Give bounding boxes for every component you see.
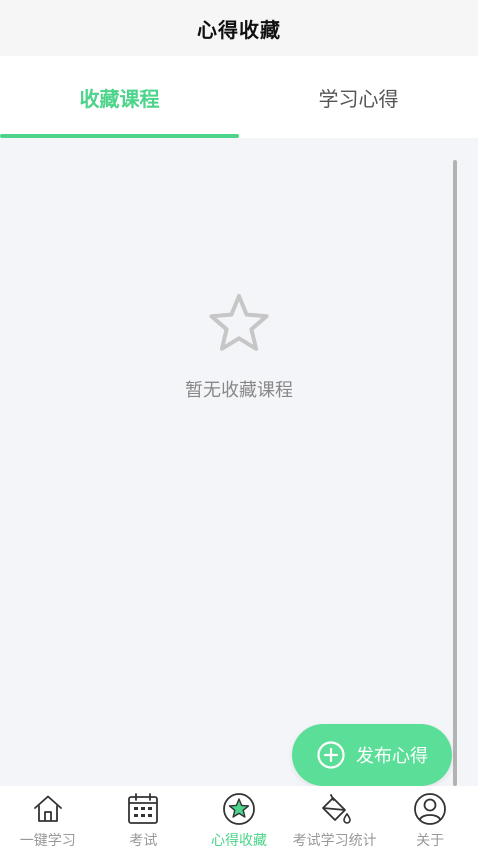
star-outline-icon (209, 294, 269, 351)
plus-circle-icon (317, 741, 345, 769)
nav-label: 考试学习统计 (292, 833, 377, 849)
content-area[interactable] (0, 138, 478, 786)
nav-item-about[interactable]: 关于 (382, 786, 478, 850)
nav-label: 心得收藏 (210, 833, 267, 849)
publish-notes-button[interactable]: 发布心得 (292, 724, 452, 786)
nav-label: 考试 (129, 833, 158, 849)
nav-item-exam-statistics[interactable]: 考试学习统计 (287, 786, 383, 850)
star-circle-icon (223, 793, 255, 825)
publish-notes-label: 发布心得 (356, 746, 428, 767)
nav-item-quick-study[interactable]: 一键学习 (0, 786, 96, 850)
tab-label: 学习心得 (318, 86, 399, 111)
empty-state-text: 暂无收藏课程 (185, 380, 293, 401)
nav-label: 一键学习 (19, 833, 76, 849)
nav-item-notes-favorites[interactable]: 心得收藏 (191, 786, 287, 850)
tab-label: 收藏课程 (79, 86, 160, 111)
bottom-navigation: 一键学习 考试 心得收藏 考试学习统计 关于 (0, 786, 478, 850)
tab-study-notes[interactable]: 学习心得 (239, 56, 478, 138)
scrollbar[interactable] (453, 160, 457, 786)
user-circle-icon (414, 793, 447, 825)
page-title: 心得收藏 (197, 17, 281, 42)
calendar-icon (128, 793, 159, 824)
app-header: 心得收藏 (0, 0, 478, 56)
tab-favorite-courses[interactable]: 收藏课程 (0, 56, 239, 138)
nav-item-exam[interactable]: 考试 (96, 786, 192, 850)
tab-bar: 收藏课程 学习心得 (0, 56, 478, 138)
paint-bucket-icon (321, 794, 351, 824)
home-icon (33, 795, 62, 822)
nav-label: 关于 (416, 833, 445, 849)
